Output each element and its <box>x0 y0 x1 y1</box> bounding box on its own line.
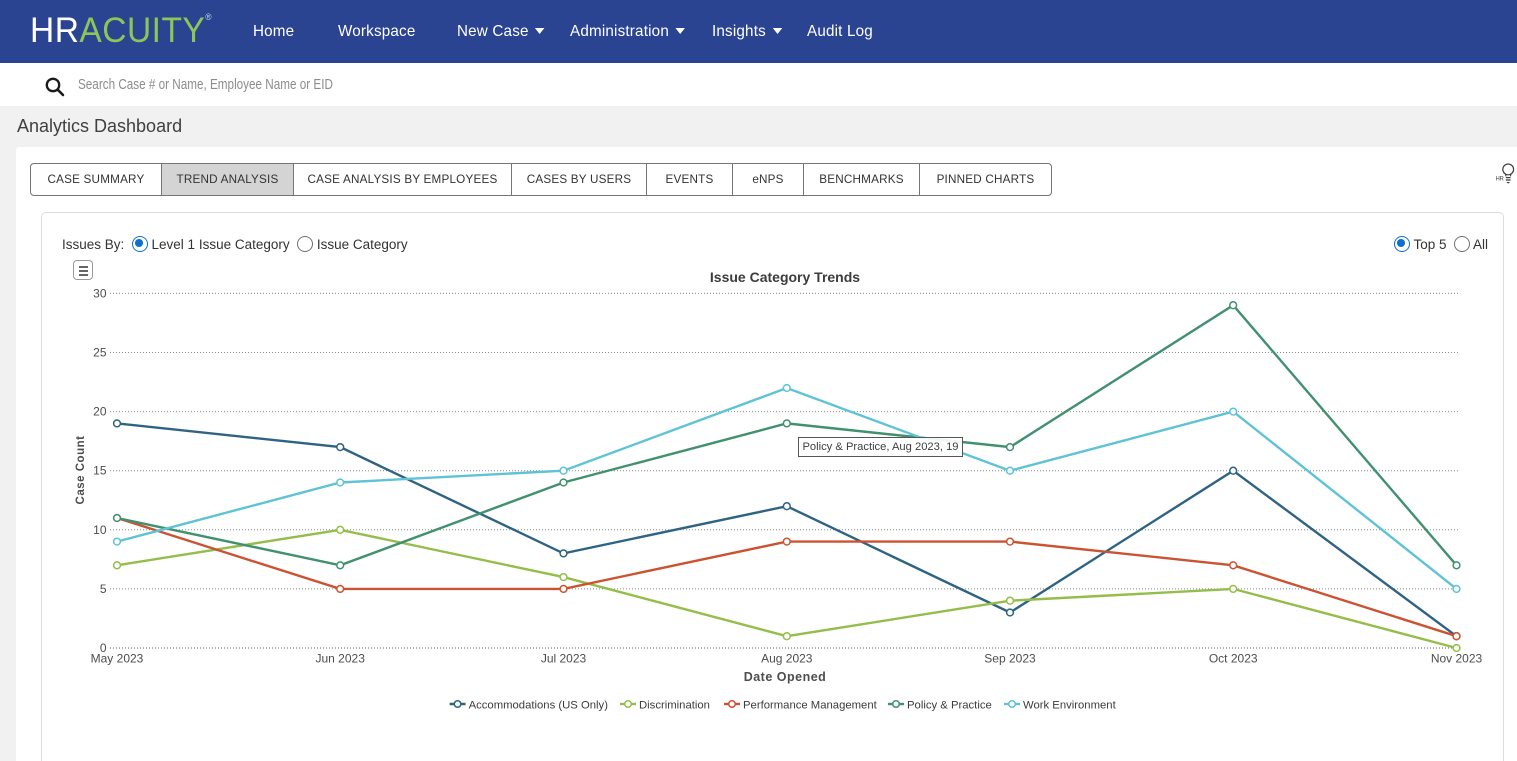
svg-text:Discrimination: Discrimination <box>639 700 710 712</box>
svg-text:Performance Management: Performance Management <box>743 700 878 712</box>
svg-text:Date Opened: Date Opened <box>744 670 827 684</box>
svg-text:Nov 2023: Nov 2023 <box>1431 651 1483 665</box>
svg-text:Case Count: Case Count <box>75 436 87 505</box>
svg-text:30: 30 <box>93 286 107 300</box>
svg-text:Oct 2023: Oct 2023 <box>1209 651 1258 665</box>
svg-text:5: 5 <box>100 582 107 596</box>
svg-text:10: 10 <box>93 523 107 537</box>
svg-text:15: 15 <box>93 464 107 478</box>
svg-text:Issue Category Trends: Issue Category Trends <box>710 269 860 285</box>
svg-text:25: 25 <box>93 346 107 360</box>
svg-text:Jul 2023: Jul 2023 <box>541 651 587 665</box>
svg-text:20: 20 <box>93 405 107 419</box>
svg-text:Aug 2023: Aug 2023 <box>761 651 813 665</box>
svg-text:Accommodations (US Only): Accommodations (US Only) <box>469 700 609 712</box>
svg-text:Sep 2023: Sep 2023 <box>984 651 1036 665</box>
svg-text:HR: HR <box>1496 177 1505 183</box>
svg-text:Jun 2023: Jun 2023 <box>316 651 366 665</box>
svg-text:May 2023: May 2023 <box>91 651 144 665</box>
svg-text:Work Environment: Work Environment <box>1023 700 1117 712</box>
svg-text:Policy & Practice: Policy & Practice <box>907 700 992 712</box>
